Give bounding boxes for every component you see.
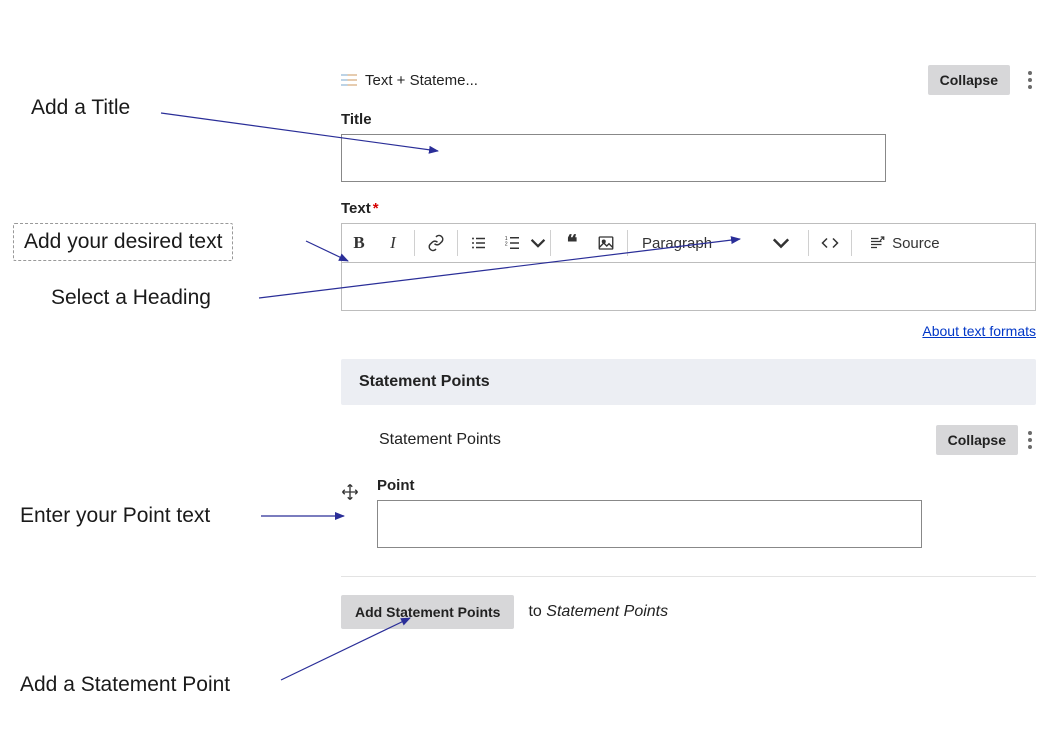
add-statement-row: Add Statement Points to Statement Points bbox=[341, 595, 1036, 629]
form-area: Text + Stateme... Collapse Title Text* B… bbox=[341, 65, 1036, 629]
editor-body[interactable] bbox=[341, 263, 1036, 311]
collapse-button[interactable]: Collapse bbox=[928, 65, 1010, 95]
statement-points-header: Statement Points bbox=[341, 359, 1036, 405]
numbered-list-button[interactable]: 12 bbox=[496, 226, 530, 260]
title-label: Title bbox=[341, 111, 1036, 128]
bullet-list-button[interactable] bbox=[462, 226, 496, 260]
editor-toolbar: B I 12 ❝ Paragr bbox=[341, 223, 1036, 263]
source-label: Source bbox=[892, 235, 940, 252]
point-row: Point bbox=[341, 477, 1036, 548]
svg-text:2: 2 bbox=[505, 241, 508, 247]
add-to-label: to Statement Points bbox=[528, 603, 668, 621]
text-label-text: Text bbox=[341, 200, 371, 217]
required-asterisk: * bbox=[373, 200, 379, 217]
move-handle-icon[interactable] bbox=[341, 483, 359, 548]
image-button[interactable] bbox=[589, 226, 623, 260]
italic-button[interactable]: I bbox=[376, 226, 410, 260]
annotation-text: Add your desired text bbox=[13, 223, 233, 261]
title-input[interactable] bbox=[341, 134, 886, 182]
point-field: Point bbox=[377, 477, 922, 548]
add-statement-points-button[interactable]: Add Statement Points bbox=[341, 595, 514, 629]
annotation-statement: Add a Statement Point bbox=[20, 673, 230, 697]
source-button[interactable]: Source bbox=[856, 226, 952, 260]
collapse-points-button[interactable]: Collapse bbox=[936, 425, 1018, 455]
points-more-menu-icon[interactable] bbox=[1028, 431, 1032, 449]
statement-points-block: Statement Points Collapse Point Add Stat… bbox=[341, 425, 1036, 629]
code-button[interactable] bbox=[813, 226, 847, 260]
list-dropdown-icon[interactable] bbox=[530, 226, 546, 260]
more-menu-icon[interactable] bbox=[1028, 71, 1032, 89]
block-header: Text + Stateme... Collapse bbox=[341, 65, 1036, 95]
bold-button[interactable]: B bbox=[342, 226, 376, 260]
block-name: Text + Stateme... bbox=[365, 72, 478, 89]
annotation-point: Enter your Point text bbox=[20, 504, 210, 528]
annotation-heading: Select a Heading bbox=[51, 286, 211, 310]
drag-handle-icon[interactable] bbox=[341, 74, 357, 86]
format-dropdown[interactable]: Paragraph bbox=[632, 226, 804, 260]
point-label: Point bbox=[377, 477, 922, 494]
chevron-down-icon bbox=[772, 234, 790, 252]
source-icon bbox=[868, 234, 886, 252]
divider bbox=[341, 576, 1036, 577]
about-text-formats-link[interactable]: About text formats bbox=[922, 323, 1036, 339]
text-field: Text* B I 12 ❝ bbox=[341, 200, 1036, 339]
about-formats-container: About text formats bbox=[341, 323, 1036, 339]
text-label: Text* bbox=[341, 200, 1036, 217]
link-button[interactable] bbox=[419, 226, 453, 260]
format-dropdown-label: Paragraph bbox=[642, 235, 712, 252]
title-field: Title bbox=[341, 111, 1036, 182]
statement-points-subheader: Statement Points Collapse bbox=[341, 425, 1036, 455]
blockquote-button[interactable]: ❝ bbox=[555, 226, 589, 260]
statement-points-subtitle: Statement Points bbox=[379, 431, 501, 449]
annotation-title: Add a Title bbox=[31, 96, 130, 120]
point-input[interactable] bbox=[377, 500, 922, 548]
